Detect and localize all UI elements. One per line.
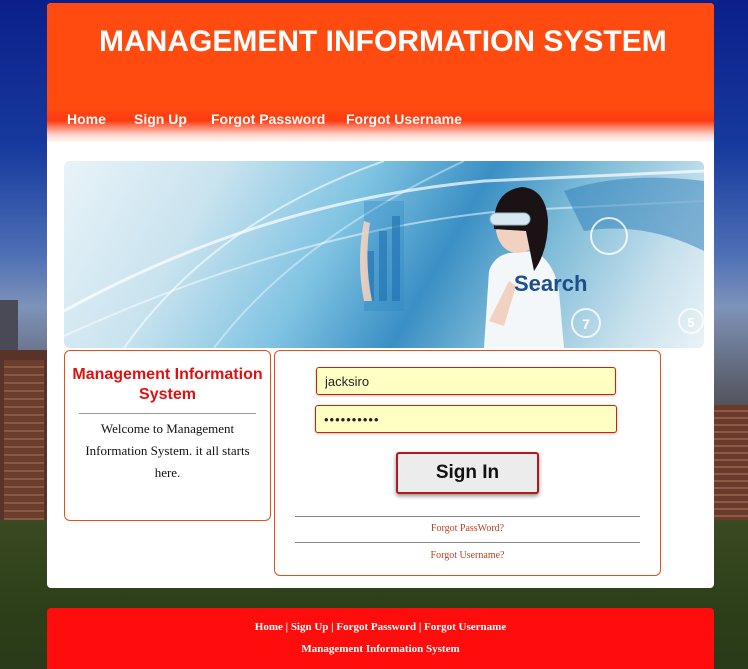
banner-search-text: Search <box>514 271 587 296</box>
footer-separator: | <box>282 621 291 633</box>
footer-copyright: Management Information System <box>301 643 460 655</box>
nav-sign-up[interactable]: Sign Up <box>134 111 187 127</box>
forgot-username-link[interactable]: Forgot Username? <box>275 550 660 561</box>
login-panel: Sign In Forgot PassWord? Forgot Username… <box>274 350 661 576</box>
nav-forgot-username[interactable]: Forgot Username <box>346 111 462 127</box>
nav-home[interactable]: Home <box>67 111 106 127</box>
site-title: MANAGEMENT INFORMATION SYSTEM <box>99 25 667 58</box>
site-footer: Home | Sign Up | Forgot Password | Forgo… <box>47 608 714 669</box>
nav-forgot-password[interactable]: Forgot Password <box>211 111 325 127</box>
footer-link-forgot-username[interactable]: Forgot Username <box>424 621 506 633</box>
hero-banner: 7 5 Search <box>64 161 704 348</box>
sign-in-button[interactable]: Sign In <box>396 452 539 494</box>
footer-separator: | <box>416 621 425 633</box>
info-welcome-text: Welcome to Management Information System… <box>85 421 250 480</box>
page-container: MANAGEMENT INFORMATION SYSTEM Home Sign … <box>47 3 714 588</box>
footer-link-forgot-password[interactable]: Forgot Password <box>336 621 416 633</box>
login-divider <box>295 542 640 543</box>
svg-text:5: 5 <box>687 315 694 330</box>
password-input[interactable] <box>315 405 617 433</box>
username-input[interactable] <box>316 367 616 395</box>
footer-link-sign-up[interactable]: Sign Up <box>291 621 329 633</box>
info-divider <box>79 413 256 414</box>
svg-text:7: 7 <box>582 316 590 332</box>
info-panel: Management Information System Welcome to… <box>64 350 271 521</box>
forgot-password-link[interactable]: Forgot PassWord? <box>275 523 660 534</box>
info-title: Management Information System <box>72 366 263 403</box>
site-header: MANAGEMENT INFORMATION SYSTEM Home Sign … <box>47 3 714 143</box>
footer-link-home[interactable]: Home <box>255 621 283 633</box>
hero-banner-graphic: 7 5 Search <box>64 161 704 348</box>
background-building-windows <box>4 360 44 520</box>
login-divider <box>295 516 640 517</box>
background-building <box>714 405 748 535</box>
footer-nav: Home | Sign Up | Forgot Password | Forgo… <box>47 621 714 633</box>
